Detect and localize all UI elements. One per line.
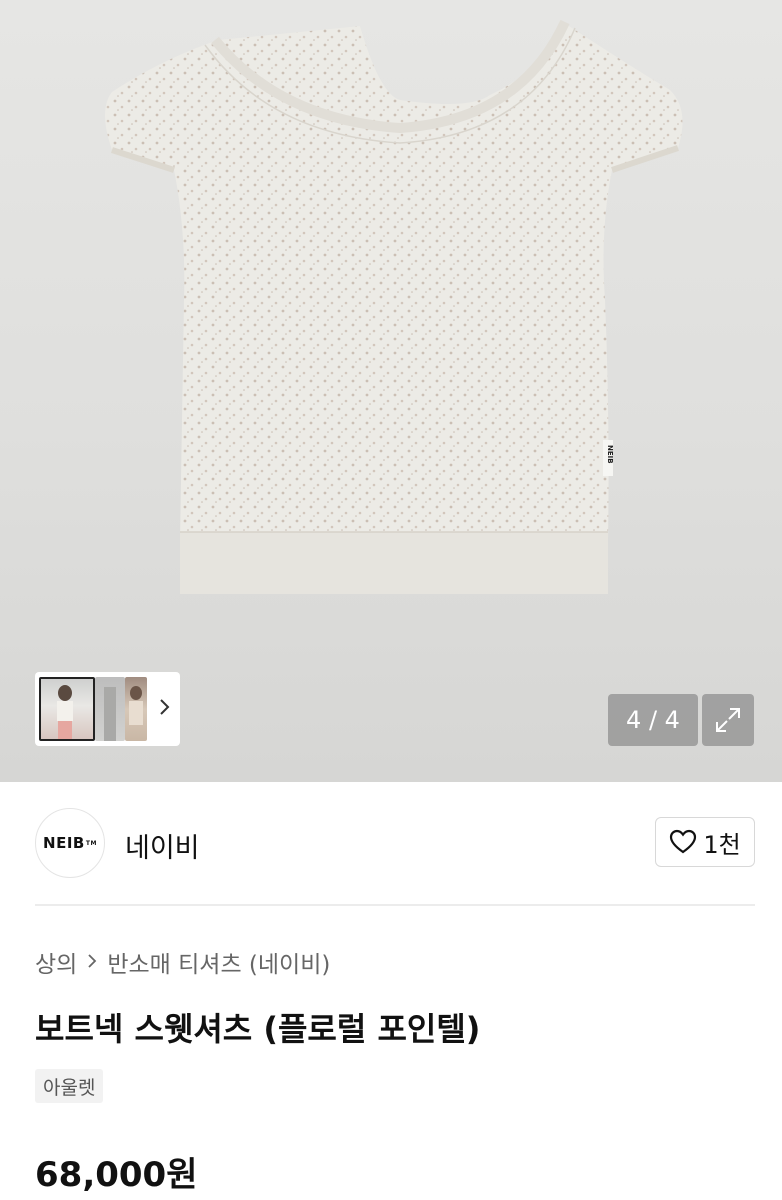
brand-logo-tm: TM (85, 839, 97, 847)
like-button[interactable]: 1천 (655, 817, 755, 867)
thumbnail-1[interactable] (39, 677, 95, 741)
product-price: 68,000원 (35, 1155, 198, 1195)
model-photo (57, 685, 73, 739)
chevron-right-icon (87, 950, 97, 974)
thumbnail-3[interactable] (125, 677, 147, 741)
product-image: NEIB (105, 19, 683, 594)
breadcrumb: 상의 반소매 티셔츠 (네이비) (35, 945, 330, 979)
expand-button[interactable] (702, 694, 754, 746)
garment-label: NEIB (606, 445, 614, 464)
brand-row: NEIB TM 네이비 1천 (35, 808, 755, 878)
like-count: 1천 (703, 830, 741, 859)
model-photo (104, 687, 116, 741)
brand-logo[interactable]: NEIB TM (35, 808, 105, 878)
product-title: 보트넥 스웻셔츠 (플로럴 포인텔) (35, 1010, 481, 1048)
brand-logo-text: NEIB (43, 834, 85, 852)
model-photo (129, 686, 143, 725)
outlet-badge: 아울렛 (35, 1069, 104, 1103)
thumbnail-2[interactable] (95, 677, 125, 741)
expand-arrows-icon (716, 708, 740, 732)
thumbnail-strip[interactable] (35, 672, 180, 746)
heart-outline-icon (670, 829, 697, 854)
product-image-gallery[interactable]: NEIB 4 / 4 (0, 0, 782, 782)
divider (35, 904, 755, 906)
breadcrumb-category[interactable]: 상의 (35, 945, 77, 979)
image-counter: 4 / 4 (608, 694, 698, 746)
breadcrumb-subcategory[interactable]: 반소매 티셔츠 (네이비) (107, 945, 330, 979)
chevron-right-icon[interactable] (158, 697, 172, 720)
brand-name[interactable]: 네이비 (125, 826, 200, 865)
